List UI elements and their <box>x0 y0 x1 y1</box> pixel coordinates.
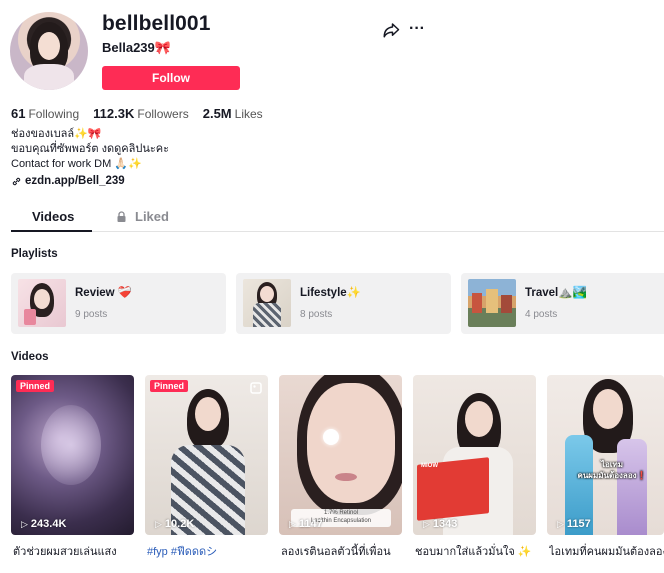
playlist-thumbnail <box>243 279 291 327</box>
video-caption[interactable]: ไอเทมที่คนผมมันต้องลอง <box>549 542 664 560</box>
avatar-face <box>38 32 60 60</box>
playlist-thumbnail <box>18 279 66 327</box>
playlist-card-lifestyle[interactable]: Lifestyle✨ 8 posts <box>236 273 451 334</box>
view-count-value: 1157 <box>566 518 591 530</box>
bio-link-text: ezdn.app/Bell_239 <box>25 175 125 187</box>
more-icon[interactable]: ··· <box>409 20 427 38</box>
bio-line: Contact for work DM 🙏🏻✨ <box>11 158 142 170</box>
product-overlay-text: MIOW <box>421 463 438 469</box>
bio-link[interactable]: ezdn.app/Bell_239 <box>11 175 125 187</box>
playlist-name: Review ❤️‍🩹 <box>75 287 133 299</box>
bio-line: ขอบคุณที่ซัพพอร์ต งดดูคลิปนะคะ <box>11 143 170 155</box>
play-icon: ▷ <box>21 518 28 529</box>
tab-liked[interactable]: Liked <box>116 209 169 224</box>
stat-value: 61 <box>11 106 26 121</box>
nickname: Bella239🎀 <box>102 40 171 55</box>
playlist-thumbnail <box>468 279 516 327</box>
stat-likes: 2.5M Likes <box>203 106 263 121</box>
play-icon: ▷ <box>155 518 162 529</box>
view-count: ▷ 1157 <box>557 518 591 530</box>
view-count: ▷ 1147 <box>289 518 323 530</box>
stat-following[interactable]: 61 Following <box>11 106 79 121</box>
view-count: ▷ 243.4K <box>21 518 66 530</box>
stat-label: Likes <box>234 107 263 121</box>
tab-liked-label: Liked <box>135 209 169 224</box>
video-caption[interactable]: ตัวช่วยผมสวยเล่นแสง <box>13 542 136 560</box>
pinned-badge: Pinned <box>16 380 55 392</box>
link-icon <box>12 177 21 185</box>
play-icon: ▷ <box>289 518 296 529</box>
playlist-count: 8 posts <box>300 309 333 320</box>
active-tab-indicator <box>11 230 92 232</box>
video-card[interactable]: Pinned ▷ 10.2K <box>145 375 268 535</box>
playlists-heading: Playlists <box>11 248 58 260</box>
view-count-value: 243.4K <box>30 518 67 530</box>
playlist-card-travel[interactable]: Travel⛰️🏞️ 4 posts <box>461 273 664 334</box>
video-caption[interactable]: #fyp #ฟีดดดシ <box>147 542 270 560</box>
videos-heading: Videos <box>11 351 49 363</box>
pinned-badge: Pinned <box>150 380 189 392</box>
tab-videos[interactable]: Videos <box>32 209 74 224</box>
video-caption[interactable]: ลองเรตินอลตัวนี้ที่เพื่อน <box>281 542 404 560</box>
bio-line: ช่องของเบลล์✨🎀 <box>11 128 102 140</box>
playlist-count: 4 posts <box>525 309 558 320</box>
bio: ช่องของเบลล์✨🎀 ขอบคุณที่ซัพพอร์ต งดดูคลิ… <box>11 127 169 172</box>
play-icon: ▷ <box>423 518 430 529</box>
follow-button[interactable]: Follow <box>102 66 240 90</box>
play-icon: ▷ <box>557 518 564 529</box>
video-card[interactable]: Pinned ▷ 243.4K <box>11 375 134 535</box>
profile-stats: 61 Following 112.3K Followers 2.5M Likes <box>11 106 263 121</box>
playlist-name: Lifestyle✨ <box>300 287 361 299</box>
share-icon[interactable] <box>382 21 400 39</box>
view-count-value: 1147 <box>298 518 323 530</box>
stat-value: 112.3K <box>93 106 135 121</box>
view-count: ▷ 1343 <box>423 518 457 530</box>
username: bellbell001 <box>102 12 211 35</box>
stat-followers[interactable]: 112.3K Followers <box>93 106 189 121</box>
photo-icon <box>250 382 262 394</box>
view-count-value: 1343 <box>432 518 458 530</box>
stat-label: Following <box>28 107 80 121</box>
stat-label: Followers <box>137 107 189 121</box>
video-card[interactable]: MIOW ▷ 1343 <box>413 375 536 535</box>
avatar-body <box>24 64 74 90</box>
video-overlay-text: ไอเทม คนผมมันต้องลอง❗ <box>577 460 647 480</box>
stat-value: 2.5M <box>202 106 232 121</box>
video-card[interactable]: 1.7% Retinol Lecithin Encapsulation ▷ 114… <box>279 375 402 535</box>
view-count-value: 10.2K <box>164 518 195 530</box>
playlist-count: 9 posts <box>75 309 108 320</box>
profile-tabs: Videos Liked <box>11 206 664 232</box>
lock-icon <box>117 210 126 222</box>
avatar[interactable] <box>10 12 88 90</box>
playlist-name: Travel⛰️🏞️ <box>525 287 587 299</box>
view-count: ▷ 10.2K <box>155 518 194 530</box>
video-caption[interactable]: ชอบมากใส่แล้วมั่นใจ ✨ <box>415 542 538 560</box>
playlist-card-review[interactable]: Review ❤️‍🩹 9 posts <box>11 273 226 334</box>
video-card[interactable]: ไอเทม คนผมมันต้องลอง❗ ▷ 1157 <box>547 375 664 535</box>
